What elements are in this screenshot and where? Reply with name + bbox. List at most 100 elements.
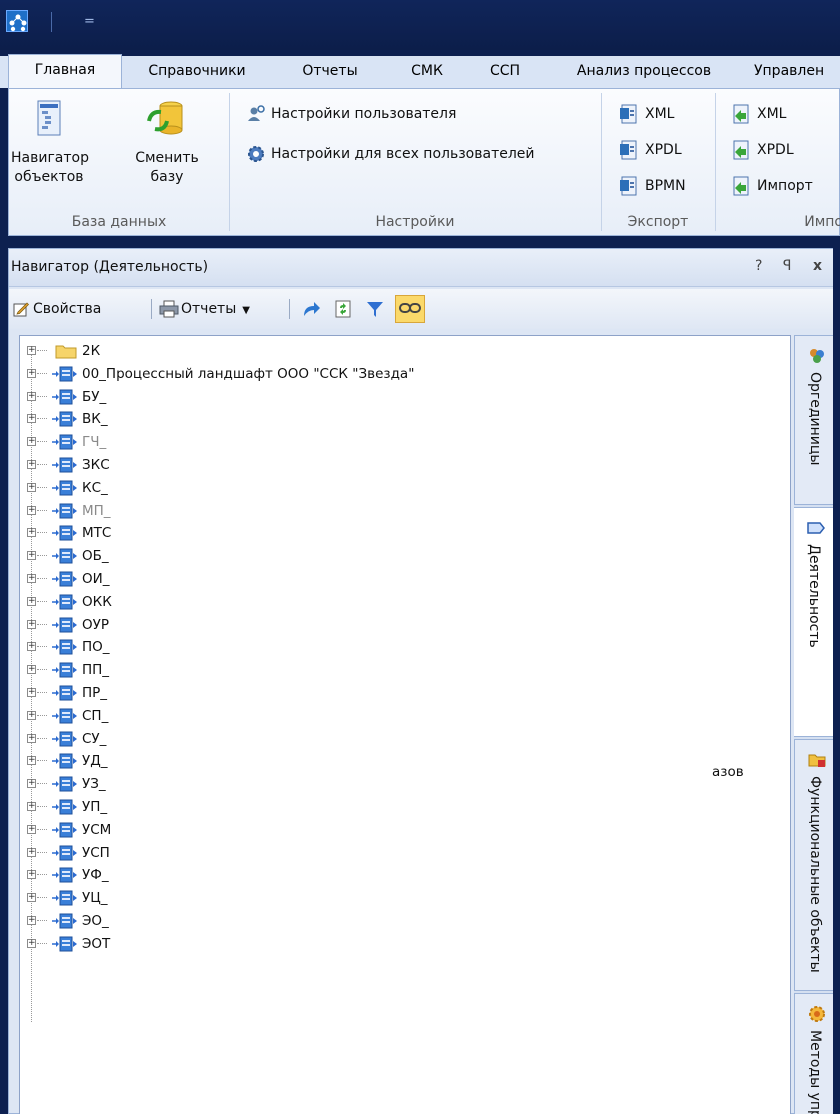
user-settings-button[interactable]: Настройки пользователя (247, 103, 456, 125)
expand-icon[interactable]: + (27, 824, 36, 834)
ribbon-tab-bar: Главная Справочники Отчеты СМК ССП Анали… (0, 50, 840, 88)
expand-icon[interactable]: + (27, 733, 36, 743)
process-icon (52, 776, 77, 792)
expand-icon[interactable]: + (27, 619, 36, 629)
all-users-settings-button[interactable]: Настройки для всех пользователей (247, 143, 535, 165)
expand-icon[interactable]: + (27, 916, 36, 925)
tab-reports[interactable]: Отчеты (285, 56, 375, 88)
import-file-icon (733, 104, 749, 124)
expand-icon[interactable]: + (27, 710, 36, 720)
group-separator (715, 93, 716, 231)
expand-icon[interactable]: + (27, 847, 36, 857)
expand-icon[interactable]: + (27, 870, 36, 880)
expand-icon[interactable]: + (27, 391, 36, 401)
refresh-icon (335, 300, 351, 318)
chevron-down-icon: ▼ (242, 305, 250, 316)
tree-node-label: УЦ_ (82, 890, 108, 907)
expand-icon[interactable]: + (27, 460, 36, 469)
app-logo-icon[interactable] (6, 10, 28, 32)
tab-management[interactable]: Управлен (754, 56, 840, 88)
export-xpdl-button[interactable]: XPDL (619, 139, 682, 161)
expand-icon[interactable]: + (27, 482, 36, 492)
expand-icon[interactable]: + (27, 574, 36, 583)
help-button[interactable]: ? (755, 258, 762, 274)
panel-title: Навигатор (Деятельность) (11, 259, 209, 275)
process-icon (52, 639, 77, 655)
expand-icon[interactable]: + (27, 596, 36, 606)
export-xml-label: XML (645, 106, 675, 122)
process-icon (52, 480, 77, 496)
filter-button[interactable] (365, 297, 385, 321)
process-icon (52, 867, 77, 883)
import-label: Импорт (757, 178, 813, 194)
process-icon (52, 822, 77, 838)
navigator-objects-label: Навигатор объектов (11, 150, 89, 185)
properties-label: Свойства (33, 301, 102, 317)
expand-icon[interactable]: + (27, 893, 36, 903)
tab-ssp[interactable]: ССП (476, 56, 534, 88)
tab-home[interactable]: Главная (8, 54, 122, 88)
expand-icon[interactable]: + (27, 665, 36, 675)
user-settings-icon (248, 105, 265, 121)
tree-node-label: ОИ_ (82, 571, 110, 587)
process-icon (52, 890, 77, 906)
process-icon (52, 389, 77, 405)
tree-node-label: ПП_ (82, 662, 110, 679)
close-button[interactable]: x (813, 258, 822, 274)
expand-icon[interactable]: + (27, 368, 36, 378)
tree-node-label: КС_ (82, 479, 108, 496)
expand-icon[interactable]: + (27, 938, 36, 948)
tree-node-label: 2К (82, 343, 101, 359)
expand-icon[interactable]: + (27, 779, 36, 789)
reports-dropdown-button[interactable]: Отчеты ▼ (159, 297, 250, 321)
process-icon (52, 548, 77, 564)
toolbar-separator (289, 299, 290, 319)
export-bpmn-button[interactable]: BPMN (619, 175, 686, 197)
expand-icon[interactable]: + (27, 688, 36, 697)
expand-icon[interactable]: + (27, 505, 36, 515)
reports-label: Отчеты (181, 301, 237, 317)
expand-icon[interactable]: + (27, 802, 36, 811)
tree-node-label: ОКК (82, 593, 112, 610)
change-database-button[interactable]: Сменить базу (127, 99, 207, 187)
panel-header: Навигатор (Деятельность) ? ꟼ x (9, 249, 839, 287)
tree-node-label: УП_ (82, 799, 108, 815)
expand-icon[interactable]: + (27, 756, 36, 766)
quick-access-dropdown[interactable]: = (84, 14, 95, 29)
link-toggle-button[interactable] (395, 295, 425, 323)
import-xml-button[interactable]: XML (731, 103, 786, 125)
group-label-export: Экспорт (627, 214, 689, 230)
change-database-label: Сменить базу (135, 150, 199, 185)
expand-icon[interactable]: + (27, 414, 36, 424)
process-icon (52, 662, 77, 678)
tab-process-analysis[interactable]: Анализ процессов (558, 56, 730, 88)
refresh-button[interactable] (333, 297, 353, 321)
expand-icon[interactable]: + (27, 642, 36, 652)
import-button[interactable]: Импорт (731, 175, 813, 197)
navigate-button[interactable] (301, 297, 321, 321)
expand-icon[interactable]: + (27, 346, 36, 355)
tab-smk[interactable]: СМК (398, 56, 456, 88)
expand-icon[interactable]: + (27, 551, 36, 561)
import-xpdl-button[interactable]: XPDL (731, 139, 794, 161)
printer-icon (159, 300, 179, 318)
process-icon (52, 503, 77, 519)
navigator-objects-button[interactable]: Навигатор объектов (11, 99, 89, 187)
tab-directories[interactable]: Справочники (132, 56, 262, 88)
properties-icon (13, 302, 29, 317)
properties-button[interactable]: Свойства (13, 297, 101, 321)
export-xml-button[interactable]: XML (619, 103, 674, 125)
tree-node-label: УФ_ (82, 867, 109, 884)
pin-button[interactable]: ꟼ (783, 258, 791, 274)
navigator-panel: Навигатор (Деятельность) ? ꟼ x Свойства … (8, 248, 840, 1114)
toolbar-separator (151, 299, 152, 319)
activity-icon (807, 522, 825, 534)
tree-node-label: ЗКС (82, 457, 110, 473)
expand-icon[interactable]: + (27, 437, 36, 447)
side-tab-label: Функциональные объекты (807, 776, 823, 973)
import-xpdl-label: XPDL (757, 142, 794, 158)
process-tree[interactable]: +2К +00_Процессный ландшафт ООО "ССК "Зве… (19, 335, 791, 1114)
folder-icon (55, 345, 77, 359)
expand-icon[interactable]: + (27, 528, 36, 538)
window-edge (833, 248, 840, 1114)
